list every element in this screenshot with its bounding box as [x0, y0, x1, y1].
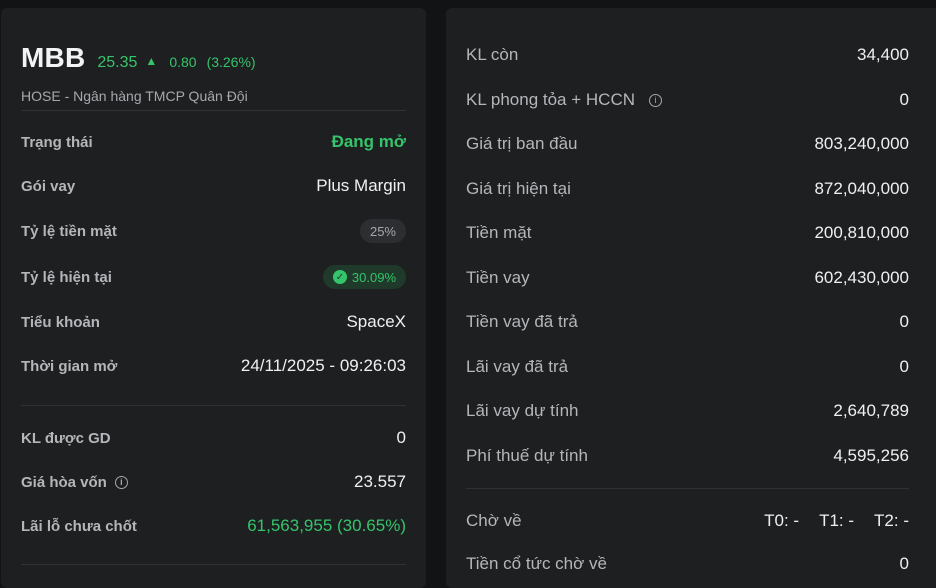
open-time-label: Thời gian mở — [21, 357, 118, 375]
stock-ticker: MBB — [21, 42, 86, 73]
blocked-qty-label: KL phong tỏa + HCCN — [466, 90, 635, 109]
loan-label: Tiền vay — [466, 268, 530, 287]
row-status: Trạng thái Đang mở — [21, 130, 406, 154]
current-value-value: 872,040,000 — [814, 179, 909, 198]
pending-t0: T0: - — [764, 511, 800, 530]
info-icon[interactable]: i — [114, 475, 128, 489]
divider — [21, 405, 406, 406]
row-sub-account: Tiểu khoản SpaceX — [21, 310, 406, 334]
blocked-qty-value: 0 — [899, 90, 909, 109]
stock-price: 25.35 — [97, 54, 138, 71]
remaining-qty-label: KL còn — [466, 45, 519, 64]
current-value-label: Giá trị hiện tại — [466, 179, 571, 198]
estimated-interest-label: Lãi vay dự tính — [466, 401, 579, 420]
loan-repaid-label: Tiền vay đã trả — [466, 312, 578, 331]
estimated-fee-tax-label: Phí thuế dự tính — [466, 446, 588, 465]
price-change-percent: (3.26%) — [206, 54, 256, 70]
row-loan: Tiền vay 602,430,000 — [466, 266, 909, 290]
pending-settlement-group: T0: - T1: - T2: - — [764, 511, 909, 531]
row-breakeven: Giá hòa vốn i 23.557 — [21, 470, 406, 494]
breakeven-label-group: Giá hòa vốn i — [21, 474, 128, 491]
row-estimated-interest: Lãi vay dự tính 2,640,789 — [466, 399, 909, 423]
initial-value-label: Giá trị ban đầu — [466, 134, 578, 153]
breakeven-value: 23.557 — [354, 472, 406, 491]
unrealized-pnl-label: Lãi lỗ chưa chốt — [21, 517, 137, 535]
estimated-interest-value: 2,640,789 — [833, 401, 909, 420]
status-label: Trạng thái — [21, 133, 93, 151]
row-unrealized-pnl: Lãi lỗ chưa chốt 61,563,955 (30.65%) — [21, 514, 406, 538]
price-change: 0.80 — [169, 54, 197, 70]
sub-account-value: SpaceX — [346, 312, 406, 331]
pending-dividend-label: Tiền cổ tức chờ về — [466, 554, 607, 573]
loan-value: 602,430,000 — [814, 268, 909, 287]
row-estimated-fee-tax: Phí thuế dự tính 4,595,256 — [466, 444, 909, 468]
row-interest-paid: Lãi vay đã trả 0 — [466, 355, 909, 379]
pending-label: Chờ về — [466, 511, 522, 530]
row-open-time: Thời gian mở 24/11/2025 - 09:26:03 — [21, 354, 406, 378]
stock-header: MBB 25.35 ▲ 0.80 (3.26%) — [21, 42, 256, 74]
row-tradable-qty: KL được GD 0 — [21, 426, 406, 450]
estimated-fee-tax-value: 4,595,256 — [833, 446, 909, 465]
row-cash-ratio: Tỷ lệ tiền mặt 25% — [21, 219, 406, 243]
cash-ratio-badge: 25% — [359, 219, 406, 243]
row-pending: Chờ về T0: - T1: - T2: - — [466, 509, 909, 533]
row-loan-repaid: Tiền vay đã trả 0 — [466, 310, 909, 334]
current-ratio-badge: ✓ 30.09% — [322, 265, 406, 289]
row-pending-dividend: Tiền cổ tức chờ về 0 — [466, 552, 909, 576]
initial-value-value: 803,240,000 — [814, 134, 909, 153]
remaining-qty-value: 34,400 — [857, 45, 909, 64]
stock-subtitle: HOSE - Ngân hàng TMCP Quân Đội — [21, 88, 248, 104]
triangle-up-icon: ▲ — [145, 54, 158, 68]
open-time-value: 24/11/2025 - 09:26:03 — [240, 356, 406, 375]
blocked-qty-label-group: KL phong tỏa + HCCN i — [466, 90, 662, 110]
row-current-ratio: Tỷ lệ hiện tại ✓ 30.09% — [21, 265, 406, 289]
row-initial-value: Giá trị ban đầu 803,240,000 — [466, 132, 909, 156]
loan-package-label: Gói vay — [21, 177, 76, 195]
pending-t1: T1: - — [819, 511, 855, 530]
pending-t2: T2: - — [874, 511, 909, 530]
row-current-value: Giá trị hiện tại 872,040,000 — [466, 177, 909, 201]
check-circle-icon: ✓ — [332, 270, 347, 284]
row-cash: Tiền mặt 200,810,000 — [466, 221, 909, 245]
position-details-panel: KL còn 34,400 KL phong tỏa + HCCN i 0 Gi… — [446, 8, 936, 588]
cash-value: 200,810,000 — [814, 223, 909, 242]
divider — [21, 110, 406, 111]
interest-paid-value: 0 — [899, 357, 909, 376]
interest-paid-label: Lãi vay đã trả — [466, 357, 569, 376]
cash-ratio-label: Tỷ lệ tiền mặt — [21, 222, 117, 240]
row-remaining-qty: KL còn 34,400 — [466, 43, 909, 67]
status-value: Đang mở — [331, 132, 406, 151]
cash-ratio-value: 25% — [369, 223, 396, 239]
pending-dividend-value: 0 — [899, 554, 909, 573]
row-loan-package: Gói vay Plus Margin — [21, 174, 406, 198]
sub-account-label: Tiểu khoản — [21, 313, 100, 331]
tradable-qty-label: KL được GD — [21, 429, 111, 447]
current-ratio-label: Tỷ lệ hiện tại — [21, 268, 112, 286]
divider — [466, 488, 909, 489]
tradable-qty-value: 0 — [396, 428, 406, 447]
unrealized-pnl-value: 61,563,955 (30.65%) — [247, 516, 406, 535]
loan-repaid-value: 0 — [899, 312, 909, 331]
position-summary-panel: MBB 25.35 ▲ 0.80 (3.26%) HOSE - Ngân hàn… — [1, 8, 426, 588]
info-icon[interactable]: i — [649, 93, 662, 107]
row-blocked-qty: KL phong tỏa + HCCN i 0 — [466, 88, 909, 112]
cash-label: Tiền mặt — [466, 223, 532, 242]
divider — [21, 564, 406, 565]
breakeven-label: Giá hòa vốn — [21, 473, 107, 491]
current-ratio-value: 30.09% — [351, 269, 396, 285]
loan-package-value: Plus Margin — [316, 176, 406, 195]
